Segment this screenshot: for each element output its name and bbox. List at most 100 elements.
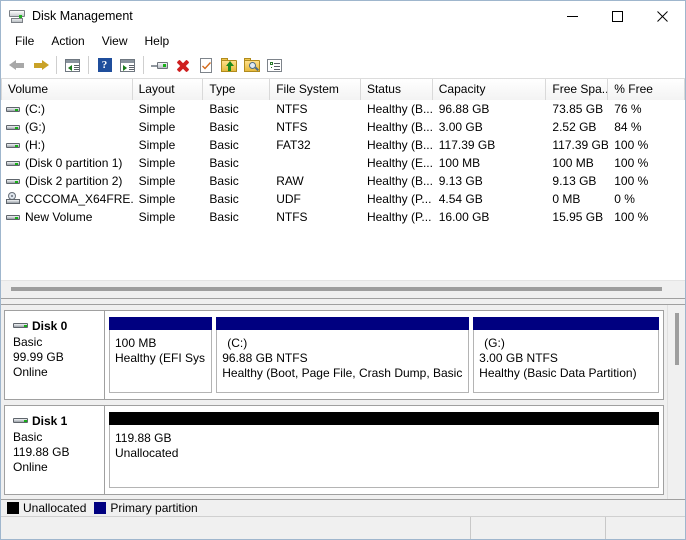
column-header-volume[interactable]: Volume bbox=[1, 79, 133, 100]
forward-arrow-icon bbox=[32, 59, 49, 72]
menu-view[interactable]: View bbox=[94, 32, 137, 51]
table-row[interactable]: (H:)SimpleBasicFAT32Healthy (B...117.39 … bbox=[1, 136, 685, 154]
graphical-view-pane: Disk 0Basic99.99 GBOnline100 MBHealthy (… bbox=[1, 305, 685, 499]
column-header-layout[interactable]: Layout bbox=[133, 79, 204, 100]
cell-free-space: 117.39 GB bbox=[546, 136, 608, 154]
hard-disk-volume-icon bbox=[5, 209, 21, 225]
menu-help[interactable]: Help bbox=[137, 32, 179, 51]
cell-capacity: 100 MB bbox=[433, 154, 547, 172]
table-row[interactable]: CCCOMA_X64FRE...SimpleBasicUDFHealthy (P… bbox=[1, 190, 685, 208]
partition-block[interactable]: 100 MBHealthy (EFI Sys bbox=[109, 317, 212, 393]
show-hide-console-tree-icon bbox=[65, 59, 80, 72]
legend-swatch bbox=[7, 502, 19, 514]
cell-layout: Simple bbox=[133, 190, 204, 208]
cell-volume: (Disk 0 partition 1) bbox=[1, 154, 133, 172]
properties-list-button[interactable] bbox=[263, 54, 286, 76]
partition-details: 119.88 GBUnallocated bbox=[109, 425, 659, 488]
table-row[interactable]: (Disk 0 partition 1)SimpleBasicHealthy (… bbox=[1, 154, 685, 172]
table-row[interactable]: (C:)SimpleBasicNTFSHealthy (B...96.88 GB… bbox=[1, 100, 685, 118]
table-row[interactable]: New VolumeSimpleBasicNTFSHealthy (P...16… bbox=[1, 208, 685, 226]
cell-free-space: 73.85 GB bbox=[546, 100, 608, 118]
cell-status: Healthy (B... bbox=[361, 118, 433, 136]
scrollbar-thumb[interactable] bbox=[11, 287, 662, 291]
maximize-button[interactable] bbox=[595, 1, 640, 31]
show-hide-console-tree-button[interactable] bbox=[61, 54, 84, 76]
graphical-view-vertical-scrollbar[interactable] bbox=[667, 305, 685, 499]
volume-list-body: (C:)SimpleBasicNTFSHealthy (B...96.88 GB… bbox=[1, 100, 685, 280]
hard-disk-icon bbox=[13, 321, 29, 331]
back-button[interactable] bbox=[6, 54, 29, 76]
partition-block[interactable]: (C:)96.88 GB NTFSHealthy (Boot, Page Fil… bbox=[216, 317, 469, 393]
column-header-capacity[interactable]: Capacity bbox=[433, 79, 547, 100]
partition-status: Healthy (Basic Data Partition) bbox=[479, 366, 658, 381]
close-button[interactable] bbox=[640, 1, 685, 31]
toolbar-separator bbox=[88, 56, 89, 74]
scrollbar-thumb[interactable] bbox=[675, 313, 679, 365]
partition-status: Healthy (Boot, Page File, Crash Dump, Ba… bbox=[222, 366, 468, 381]
cell-volume: (G:) bbox=[1, 118, 133, 136]
status-panel-main bbox=[1, 517, 471, 539]
disk-row[interactable]: Disk 0Basic99.99 GBOnline100 MBHealthy (… bbox=[4, 310, 664, 400]
delete-button[interactable] bbox=[171, 54, 194, 76]
hard-disk-volume-icon bbox=[5, 101, 21, 117]
cell-percent-free: 100 % bbox=[608, 154, 685, 172]
partition-block[interactable]: (G:)3.00 GB NTFSHealthy (Basic Data Part… bbox=[473, 317, 659, 393]
partition-block[interactable]: 119.88 GBUnallocated bbox=[109, 412, 659, 488]
rescan-disks-button[interactable] bbox=[148, 54, 171, 76]
column-header-free-space[interactable]: Free Spa... bbox=[546, 79, 608, 100]
folder-search-button[interactable] bbox=[240, 54, 263, 76]
show-hide-action-pane-button[interactable] bbox=[116, 54, 139, 76]
cd-dvd-volume-icon bbox=[5, 191, 21, 207]
folder-up-icon bbox=[221, 58, 237, 72]
disk-status: Online bbox=[13, 365, 104, 380]
disk-type: Basic bbox=[13, 335, 104, 350]
disk-partitions: 100 MBHealthy (EFI Sys(C:)96.88 GB NTFSH… bbox=[105, 311, 663, 399]
cell-percent-free: 76 % bbox=[608, 100, 685, 118]
menu-file[interactable]: File bbox=[7, 32, 43, 51]
partition-size: 96.88 GB NTFS bbox=[222, 351, 468, 366]
cell-percent-free: 84 % bbox=[608, 118, 685, 136]
disk-partitions: 119.88 GBUnallocated bbox=[105, 406, 663, 494]
partition-size: 100 MB bbox=[115, 336, 211, 351]
volume-list-pane: Volume Layout Type File System Status Ca… bbox=[1, 79, 685, 298]
cell-type: Basic bbox=[203, 208, 270, 226]
window-title: Disk Management bbox=[32, 9, 133, 23]
volume-label: New Volume bbox=[25, 208, 92, 226]
cell-volume: (Disk 2 partition 2) bbox=[1, 172, 133, 190]
disk-info-panel[interactable]: Disk 1Basic119.88 GBOnline bbox=[5, 406, 105, 494]
table-row[interactable]: (Disk 2 partition 2)SimpleBasicRAWHealth… bbox=[1, 172, 685, 190]
hard-disk-icon bbox=[13, 416, 29, 426]
help-icon: ? bbox=[98, 58, 112, 72]
partition-label: (C:) bbox=[222, 336, 468, 351]
table-row[interactable]: (G:)SimpleBasicNTFSHealthy (B...3.00 GB2… bbox=[1, 118, 685, 136]
properties-page-button[interactable] bbox=[194, 54, 217, 76]
partition-size: 119.88 GB bbox=[115, 431, 658, 446]
folder-up-button[interactable] bbox=[217, 54, 240, 76]
disk-row[interactable]: Disk 1Basic119.88 GBOnline119.88 GBUnall… bbox=[4, 405, 664, 495]
pane-splitter[interactable] bbox=[1, 298, 685, 305]
disk-info-panel[interactable]: Disk 0Basic99.99 GBOnline bbox=[5, 311, 105, 399]
menu-action[interactable]: Action bbox=[43, 32, 93, 51]
partition-color-bar bbox=[109, 317, 212, 330]
column-header-file-system[interactable]: File System bbox=[270, 79, 361, 100]
volume-list-horizontal-scrollbar[interactable] bbox=[1, 280, 685, 298]
column-header-type[interactable]: Type bbox=[203, 79, 270, 100]
cell-status: Healthy (E... bbox=[361, 154, 433, 172]
cell-layout: Simple bbox=[133, 118, 204, 136]
legend-item: Primary partition bbox=[94, 501, 197, 515]
forward-button[interactable] bbox=[29, 54, 52, 76]
column-header-status[interactable]: Status bbox=[361, 79, 433, 100]
cell-free-space: 15.95 GB bbox=[546, 208, 608, 226]
column-header-percent-free[interactable]: % Free bbox=[608, 79, 685, 100]
cell-type: Basic bbox=[203, 136, 270, 154]
partition-details: (G:)3.00 GB NTFSHealthy (Basic Data Part… bbox=[473, 330, 659, 393]
partition-details: 100 MBHealthy (EFI Sys bbox=[109, 330, 212, 393]
cell-percent-free: 100 % bbox=[608, 136, 685, 154]
cell-free-space: 0 MB bbox=[546, 190, 608, 208]
volume-label: CCCOMA_X64FRE... bbox=[25, 190, 133, 208]
cell-percent-free: 0 % bbox=[608, 190, 685, 208]
volume-label: (G:) bbox=[25, 118, 46, 136]
cell-file-system: NTFS bbox=[270, 100, 361, 118]
help-button[interactable]: ? bbox=[93, 54, 116, 76]
minimize-button[interactable] bbox=[550, 1, 595, 31]
